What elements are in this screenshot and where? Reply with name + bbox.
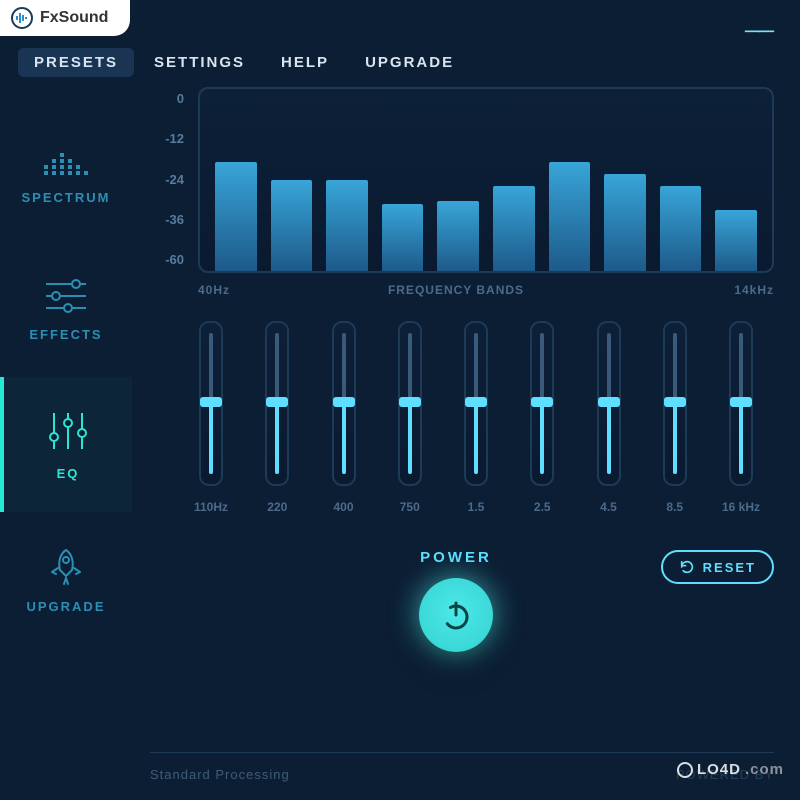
chart-bar xyxy=(215,162,257,271)
minimize-button[interactable]: ── xyxy=(745,18,772,44)
spectrum-icon xyxy=(44,145,88,190)
sidebar-item-spectrum[interactable]: SPECTRUM xyxy=(0,107,132,242)
power-icon xyxy=(438,597,474,633)
menu-upgrade[interactable]: UPGRADE xyxy=(349,48,470,77)
chart-xlabel-right: 14kHz xyxy=(704,283,774,297)
reset-button[interactable]: RESET xyxy=(661,550,774,584)
y-tick: -60 xyxy=(138,252,184,267)
eq-slider-400[interactable]: 400 xyxy=(319,321,369,514)
eq-slider-1.5[interactable]: 1.5 xyxy=(451,321,501,514)
menu-bar: PRESETSSETTINGSHELPUPGRADE xyxy=(0,48,800,77)
sliders-h-icon xyxy=(44,278,88,327)
menu-help[interactable]: HELP xyxy=(265,48,345,77)
reset-label: RESET xyxy=(703,560,756,575)
chart-bar xyxy=(382,204,424,271)
y-tick: -24 xyxy=(138,172,184,187)
menu-presets[interactable]: PRESETS xyxy=(18,48,134,77)
slider-label: 16 kHz xyxy=(722,500,760,514)
sidebar-item-effects[interactable]: EFFECTS xyxy=(0,242,132,377)
eq-slider-110hz[interactable]: 110Hz xyxy=(186,321,236,514)
eq-slider-2.5[interactable]: 2.5 xyxy=(517,321,567,514)
eq-slider-750[interactable]: 750 xyxy=(385,321,435,514)
slider-label: 220 xyxy=(267,500,287,514)
power-button[interactable] xyxy=(419,578,493,652)
footer-status: Standard Processing xyxy=(150,767,290,782)
eq-slider-16khz[interactable]: 16 kHz xyxy=(716,321,766,514)
chart-bar xyxy=(660,186,702,271)
chart-bar xyxy=(493,186,535,271)
chart-bar xyxy=(271,180,313,271)
refresh-icon xyxy=(679,559,695,575)
slider-label: 1.5 xyxy=(468,500,485,514)
eq-icon xyxy=(46,409,90,466)
rocket-icon xyxy=(46,546,86,599)
chart-bar xyxy=(604,174,646,271)
sidebar: SPECTRUM EFFECTS EQ UPGRADE xyxy=(0,87,132,800)
chart-title: FREQUENCY BANDS xyxy=(208,283,704,297)
eq-slider-8.5[interactable]: 8.5 xyxy=(650,321,700,514)
slider-label: 2.5 xyxy=(534,500,551,514)
chart-bar xyxy=(326,180,368,271)
sidebar-item-label: SPECTRUM xyxy=(22,190,111,205)
eq-slider-4.5[interactable]: 4.5 xyxy=(584,321,634,514)
y-tick: 0 xyxy=(138,91,184,106)
chart-y-axis: 0 -12 -24 -36 -60 xyxy=(138,87,198,273)
chart-bar xyxy=(549,162,591,271)
watermark: LO4D.com xyxy=(677,761,784,778)
sidebar-item-label: EFFECTS xyxy=(29,327,102,342)
chart-xlabel-left: 40Hz xyxy=(138,283,208,297)
sidebar-item-upgrade[interactable]: UPGRADE xyxy=(0,512,132,647)
sidebar-item-eq[interactable]: EQ xyxy=(0,377,132,512)
app-logo: FxSound xyxy=(0,0,130,36)
fxsound-icon xyxy=(10,6,34,30)
eq-sliders: 110Hz 220 400 750 1.5 2.5 4.5 8.5 16 kHz xyxy=(138,321,774,514)
slider-label: 4.5 xyxy=(600,500,617,514)
power-label: POWER xyxy=(420,549,492,566)
y-tick: -12 xyxy=(138,131,184,146)
sidebar-item-label: UPGRADE xyxy=(26,599,105,614)
eq-slider-220[interactable]: 220 xyxy=(252,321,302,514)
menu-settings[interactable]: SETTINGS xyxy=(138,48,261,77)
chart-bar xyxy=(437,201,479,271)
slider-label: 8.5 xyxy=(666,500,683,514)
app-name: FxSound xyxy=(40,9,108,27)
slider-label: 750 xyxy=(400,500,420,514)
sidebar-item-label: EQ xyxy=(57,466,80,481)
y-tick: -36 xyxy=(138,212,184,227)
slider-label: 110Hz xyxy=(194,500,228,514)
frequency-chart xyxy=(198,87,774,273)
chart-bar xyxy=(715,210,757,271)
slider-label: 400 xyxy=(333,500,353,514)
